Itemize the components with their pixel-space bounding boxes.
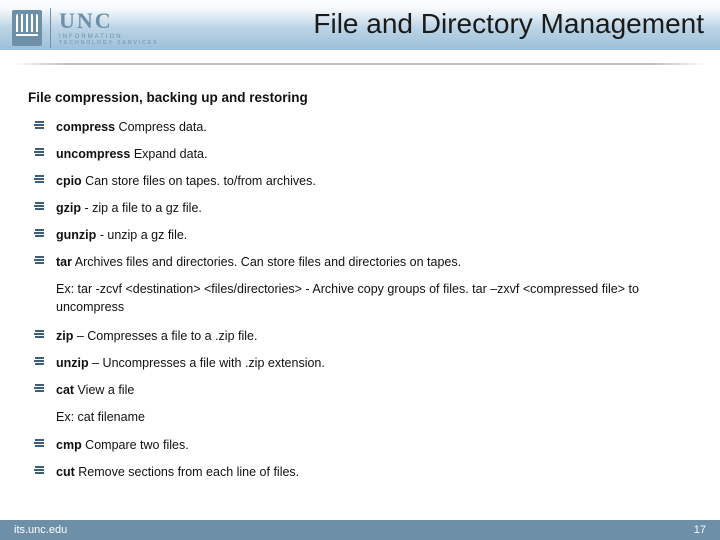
cmd: tar: [56, 255, 72, 269]
cmd: zip: [56, 329, 73, 343]
logo-unc: UNC: [59, 10, 159, 32]
logo-mark-icon: [12, 10, 42, 46]
logo-sub2: TECHNOLOGY SERVICES: [59, 41, 159, 46]
section-title: File compression, backing up and restori…: [28, 88, 692, 108]
cmd: unzip: [56, 356, 89, 370]
cmd: cat: [56, 383, 74, 397]
slide-body: File compression, backing up and restori…: [0, 76, 720, 481]
header-divider: [12, 63, 708, 65]
desc: Remove sections from each line of files.: [75, 465, 299, 479]
cmd: cut: [56, 465, 75, 479]
footer-left: its.unc.edu: [14, 524, 67, 536]
list-item: compress Compress data.: [28, 118, 692, 136]
cmd: gzip: [56, 201, 81, 215]
cmd: uncompress: [56, 147, 130, 161]
footer: its.unc.edu 17: [0, 520, 720, 540]
logo-divider: [50, 8, 51, 48]
cmd: cpio: [56, 174, 82, 188]
list-item: cat View a file: [28, 381, 692, 399]
list-item: zip – Compresses a file to a .zip file.: [28, 327, 692, 345]
desc: - unzip a gz file.: [96, 228, 187, 242]
list-item: cmp Compare two files.: [28, 436, 692, 454]
cmd: compress: [56, 120, 115, 134]
cmd: gunzip: [56, 228, 96, 242]
bullet-list-3: cmp Compare two files. cut Remove sectio…: [28, 436, 692, 481]
list-item: unzip – Uncompresses a file with .zip ex…: [28, 354, 692, 372]
header: UNC INFORMATION TECHNOLOGY SERVICES File…: [0, 0, 720, 76]
list-item: tar Archives files and directories. Can …: [28, 253, 692, 271]
list-item: cpio Can store files on tapes. to/from a…: [28, 172, 692, 190]
slide-title: File and Directory Management: [313, 8, 704, 40]
logo: UNC INFORMATION TECHNOLOGY SERVICES: [12, 8, 159, 48]
desc: Compare two files.: [82, 438, 189, 452]
example-text: Ex: tar -zcvf <destination> <files/direc…: [56, 280, 692, 316]
desc: – Uncompresses a file with .zip extensio…: [89, 356, 325, 370]
desc: View a file: [74, 383, 134, 397]
desc: Compress data.: [115, 120, 207, 134]
desc: Archives files and directories. Can stor…: [72, 255, 461, 269]
slide: UNC INFORMATION TECHNOLOGY SERVICES File…: [0, 0, 720, 540]
example-text: Ex: cat filename: [56, 408, 692, 426]
desc: - zip a file to a gz file.: [81, 201, 202, 215]
cmd: cmp: [56, 438, 82, 452]
bullet-list-1: compress Compress data. uncompress Expan…: [28, 118, 692, 272]
desc: – Compresses a file to a .zip file.: [73, 329, 257, 343]
list-item: uncompress Expand data.: [28, 145, 692, 163]
list-item: gunzip - unzip a gz file.: [28, 226, 692, 244]
bullet-list-2: zip – Compresses a file to a .zip file. …: [28, 327, 692, 399]
logo-text: UNC INFORMATION TECHNOLOGY SERVICES: [59, 10, 159, 46]
footer-page-number: 17: [694, 524, 706, 536]
desc: Can store files on tapes. to/from archiv…: [82, 174, 316, 188]
desc: Expand data.: [130, 147, 207, 161]
list-item: gzip - zip a file to a gz file.: [28, 199, 692, 217]
list-item: cut Remove sections from each line of fi…: [28, 463, 692, 481]
